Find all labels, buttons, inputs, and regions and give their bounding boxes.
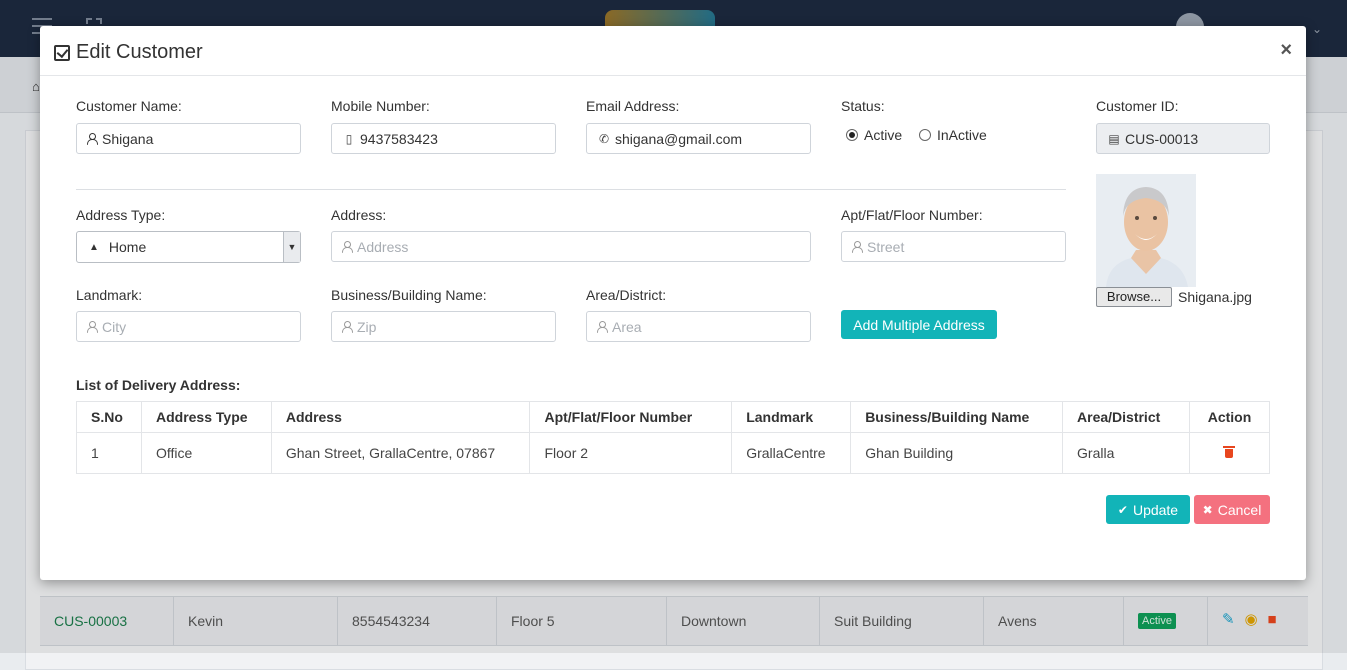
customer-id-value: CUS-00013 (1125, 130, 1199, 147)
customer-name-value: Shigana (102, 130, 154, 147)
apt-input[interactable]: Street (841, 231, 1066, 262)
col-header-action: Action (1188, 401, 1271, 433)
document-icon: ▤ (1108, 131, 1120, 146)
phone-icon: ✆ (598, 131, 610, 146)
address-label: Address: (331, 207, 387, 223)
status-active-radio[interactable]: Active (846, 127, 902, 143)
mobile-icon: ▯ (345, 131, 353, 146)
user-icon (87, 133, 98, 145)
apt-placeholder: Street (867, 238, 905, 255)
customer-name-label: Customer Name: (76, 98, 182, 114)
landmark-input[interactable]: City (76, 311, 301, 342)
cell-building: Ghan Building (850, 432, 1064, 474)
cell-landmark: GrallaCentre (731, 432, 852, 474)
status-label: Status: (841, 98, 885, 114)
area-label: Area/District: (586, 287, 667, 303)
user-icon (342, 241, 353, 253)
customer-photo-image (1096, 174, 1196, 287)
sort-icon: ▲︎ (89, 241, 99, 253)
file-name: Shigana.jpg (1178, 289, 1252, 305)
cell-address: Ghan Street, GrallaCentre, 07867 (270, 432, 531, 474)
mobile-input[interactable]: ▯ 9437583423 (331, 123, 556, 154)
cancel-label: Cancel (1217, 501, 1262, 518)
mobile-value: 9437583423 (360, 130, 438, 147)
delivery-address-table: S.No Address Type Address Apt/Flat/Floor… (76, 401, 1271, 474)
col-header-apt: Apt/Flat/Floor Number (529, 401, 733, 433)
modal-title-text: Edit Customer (76, 41, 203, 63)
update-button[interactable]: ✔ Update (1106, 495, 1190, 524)
apt-label: Apt/Flat/Floor Number: (841, 207, 983, 223)
browse-button[interactable]: Browse... (1096, 287, 1172, 307)
modal-header: Edit Customer × (40, 26, 1306, 76)
cancel-button[interactable]: ✖ Cancel (1194, 495, 1270, 524)
col-header-area: Area/District (1062, 401, 1190, 433)
user-icon (597, 321, 608, 333)
customer-id-label: Customer ID: (1096, 98, 1179, 114)
email-label: Email Address: (586, 98, 680, 114)
col-header-sno: S.No (76, 401, 142, 433)
mobile-label: Mobile Number: (331, 98, 430, 114)
cell-address-type: Office (140, 432, 272, 474)
table-row: 1 Office Ghan Street, GrallaCentre, 0786… (76, 432, 1271, 474)
address-input[interactable]: Address (331, 231, 811, 262)
area-input[interactable]: Area (586, 311, 811, 342)
user-icon (87, 321, 98, 333)
col-header-address-type: Address Type (140, 401, 272, 433)
email-value: shigana@gmail.com (615, 130, 743, 147)
check-icon: ✔ (1117, 502, 1128, 517)
cell-apt: Floor 2 (529, 432, 733, 474)
col-header-building: Business/Building Name (850, 401, 1064, 433)
modal-title: Edit Customer (54, 41, 203, 64)
update-label: Update (1132, 501, 1179, 518)
status-inactive-radio[interactable]: InActive (919, 127, 987, 143)
close-button[interactable]: × (1280, 39, 1292, 62)
close-icon: ✖ (1202, 502, 1213, 517)
section-divider (76, 189, 1066, 190)
customer-id-input: ▤ CUS-00013 (1096, 123, 1270, 154)
chevron-down-icon[interactable]: ▼ (283, 232, 300, 262)
customer-name-input[interactable]: Shigana (76, 123, 301, 154)
building-label: Business/Building Name: (331, 287, 487, 303)
address-type-label: Address Type: (76, 207, 166, 223)
cell-action (1188, 432, 1271, 474)
landmark-label: Landmark: (76, 287, 143, 303)
status-active-label: Active (864, 127, 903, 143)
customer-photo (1096, 174, 1196, 287)
checkbox-edit-icon (54, 44, 70, 61)
address-placeholder: Address (357, 238, 409, 255)
user-icon (852, 241, 863, 253)
email-input[interactable]: ✆ shigana@gmail.com (586, 123, 811, 154)
col-header-address: Address (270, 401, 531, 433)
radio-checked-icon (846, 129, 858, 141)
col-header-landmark: Landmark (731, 401, 852, 433)
address-type-value: Home (108, 239, 147, 255)
area-placeholder: Area (612, 318, 642, 335)
delete-icon[interactable] (1223, 445, 1236, 459)
building-input[interactable]: Zip (331, 311, 556, 342)
user-icon (342, 321, 353, 333)
cell-area: Gralla (1062, 432, 1190, 474)
landmark-placeholder: City (102, 318, 127, 335)
radio-unchecked-icon (919, 129, 931, 141)
edit-customer-modal: Edit Customer × Customer Name: Shigana M… (40, 26, 1306, 580)
cell-sno: 1 (76, 432, 142, 474)
delivery-list-title: List of Delivery Address: (76, 377, 241, 393)
add-multiple-address-button[interactable]: Add Multiple Address (841, 310, 997, 339)
address-type-select[interactable]: ▲︎ Home ▼ (76, 231, 301, 263)
table-header-row: S.No Address Type Address Apt/Flat/Floor… (76, 401, 1271, 433)
building-placeholder: Zip (357, 318, 377, 335)
status-inactive-label: InActive (937, 127, 987, 143)
